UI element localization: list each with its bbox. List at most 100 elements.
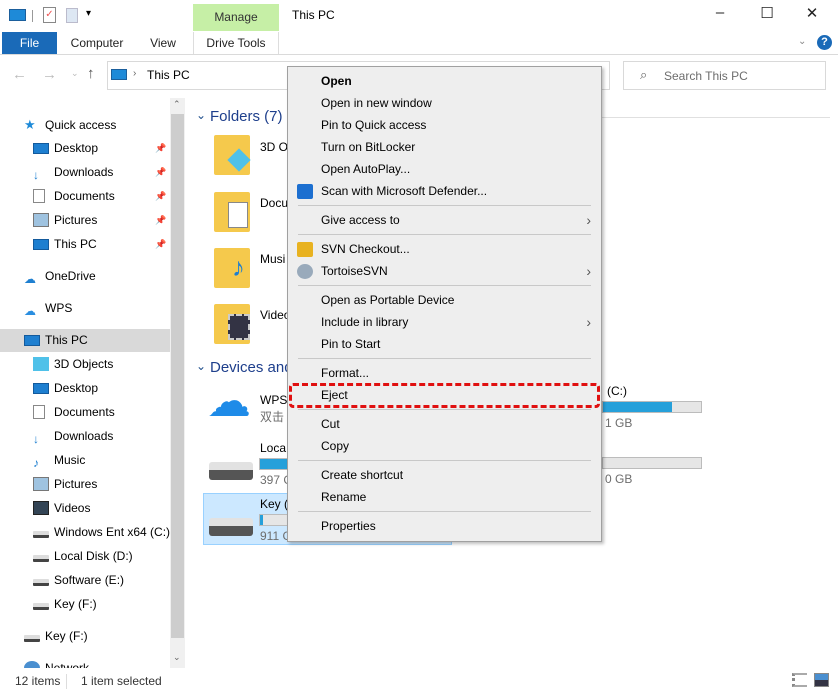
tab-file[interactable]: File (2, 32, 57, 54)
sidebar-item-drive-f[interactable]: Key (F:) (33, 594, 97, 614)
menu-item-scan-with-microsoft-defender[interactable]: Scan with Microsoft Defender... (288, 180, 601, 202)
devices-header[interactable]: Devices and (210, 359, 293, 376)
tab-computer[interactable]: Computer (62, 32, 132, 54)
breadcrumb[interactable]: This PC (147, 68, 190, 82)
sidebar-item-downloads[interactable]: ↓ Downloads (33, 162, 113, 182)
music-folder-icon[interactable]: ♪ (214, 248, 250, 288)
sidebar-item-documents-pc[interactable]: Documents (33, 402, 115, 422)
folders-chevron-icon[interactable]: ⌄ (196, 108, 206, 122)
sidebar-item-quick-access[interactable]: ★ Quick access (24, 115, 116, 135)
devices-chevron-icon[interactable]: ⌄ (196, 359, 206, 373)
customize-toolbar-icon[interactable]: ▾ (86, 8, 91, 19)
folder-name[interactable]: Video (260, 308, 290, 322)
3d-objects-folder-icon[interactable] (214, 135, 251, 175)
tab-view[interactable]: View (140, 32, 186, 54)
up-button[interactable]: ↑ (87, 65, 95, 82)
sidebar-item-key-f[interactable]: Key (F:) (24, 626, 88, 646)
back-button[interactable]: ← (12, 66, 27, 83)
sidebar-item-desktop-pc[interactable]: Desktop (33, 378, 98, 398)
sidebar-item-pictures-pc[interactable]: Pictures (33, 474, 97, 494)
menu-item-properties[interactable]: Properties (288, 515, 601, 537)
menu-separator (298, 205, 591, 206)
this-pc-icon (111, 69, 127, 80)
sidebar-item-3d-objects[interactable]: 3D Objects (33, 354, 113, 374)
menu-item-give-access-to[interactable]: Give access to › (288, 209, 601, 231)
sidebar-item-documents[interactable]: Documents (33, 186, 115, 206)
star-icon: ★ (24, 117, 36, 132)
documents-folder-icon[interactable] (214, 192, 250, 232)
drive-name[interactable]: WPS (260, 393, 287, 407)
drive-icon[interactable] (209, 462, 253, 480)
manage-tab[interactable]: Manage (193, 4, 279, 31)
sidebar-item-this-pc-quick[interactable]: This PC (33, 234, 97, 254)
sidebar-item-music[interactable]: ♪ Music (33, 450, 85, 470)
help-icon[interactable]: ? (817, 35, 832, 50)
menu-item-open-in-new-window[interactable]: Open in new window (288, 92, 601, 114)
selection-count: 1 item selected (81, 674, 162, 688)
sidebar-item-pictures[interactable]: Pictures (33, 210, 97, 230)
sidebar-item-drive-c[interactable]: Windows Ent x64 (C:) (33, 522, 170, 542)
drive-name[interactable]: (C:) (607, 384, 627, 398)
sidebar-item-drive-e[interactable]: Software (E:) (33, 570, 124, 590)
sidebar-item-desktop[interactable]: Desktop (33, 138, 98, 158)
properties-icon[interactable]: ✓ (43, 7, 56, 23)
menu-item-rename[interactable]: Rename (288, 486, 601, 508)
defender-icon (297, 184, 313, 199)
new-folder-icon[interactable] (66, 8, 78, 23)
sidebar-item-this-pc[interactable]: This PC (24, 330, 88, 350)
videos-folder-icon[interactable] (214, 304, 250, 344)
tab-drive-tools[interactable]: Drive Tools (193, 32, 279, 54)
recent-locations-icon[interactable]: ⌄ (71, 68, 79, 79)
folders-header[interactable]: Folders (7) (210, 108, 283, 125)
details-view-icon[interactable] (792, 673, 807, 687)
large-icons-view-icon[interactable] (814, 673, 829, 687)
this-pc-icon (33, 238, 49, 250)
menu-item-cut[interactable]: Cut (288, 413, 601, 435)
folder-name[interactable]: 3D O (260, 140, 288, 154)
menu-item-tortoisesvn[interactable]: TortoiseSVN › (288, 260, 601, 282)
scroll-thumb[interactable] (171, 114, 184, 638)
scroll-down-icon[interactable]: ⌄ (173, 652, 181, 663)
maximize-button[interactable]: ☐ (752, 4, 782, 22)
tortoisesvn-icon (297, 264, 313, 279)
drive-icon (33, 554, 49, 562)
ribbon-expand-icon[interactable]: ⌄ (798, 36, 806, 47)
drive-icon[interactable] (209, 518, 253, 536)
menu-item-label: Format... (321, 366, 370, 380)
menu-item-include-in-library[interactable]: Include in library › (288, 311, 601, 333)
search-input[interactable]: ⌕ Search This PC (623, 61, 826, 90)
menu-item-open-as-portable-device[interactable]: Open as Portable Device (288, 289, 601, 311)
folder-name[interactable]: Musi (260, 252, 285, 266)
menu-item-svn-checkout[interactable]: SVN Checkout... (288, 238, 601, 260)
sidebar-item-network[interactable]: Network (24, 658, 89, 668)
nav-scrollbar[interactable]: ⌃ ⌄ (170, 98, 185, 668)
menu-item-pin-to-quick-access[interactable]: Pin to Quick access (288, 114, 601, 136)
menu-item-format[interactable]: Format... (288, 362, 601, 384)
menu-item-copy[interactable]: Copy (288, 435, 601, 457)
scroll-up-icon[interactable]: ⌃ (173, 99, 181, 110)
sidebar-item-videos[interactable]: Videos (33, 498, 90, 518)
minimize-button[interactable]: – (705, 4, 735, 21)
sidebar-item-label: Downloads (54, 429, 114, 443)
drive-name[interactable]: Key ( (260, 497, 288, 511)
pictures-icon (33, 213, 49, 227)
forward-button[interactable]: → (42, 66, 57, 83)
sidebar-item-wps[interactable]: ☁ WPS (24, 298, 72, 318)
menu-item-label: Include in library (321, 315, 409, 329)
menu-item-pin-to-start[interactable]: Pin to Start (288, 333, 601, 355)
sidebar-item-onedrive[interactable]: ☁ OneDrive (24, 266, 96, 286)
wps-cloud-icon[interactable]: ☁ (207, 380, 251, 424)
sidebar-item-downloads-pc[interactable]: ↓ Downloads (33, 426, 113, 446)
pin-icon: 📌 (155, 239, 167, 249)
menu-item-turn-on-bitlocker[interactable]: Turn on BitLocker (288, 136, 601, 158)
menu-item-open-autoplay[interactable]: Open AutoPlay... (288, 158, 601, 180)
menu-item-create-shortcut[interactable]: Create shortcut (288, 464, 601, 486)
menu-item-eject[interactable]: Eject (288, 383, 601, 408)
close-button[interactable]: ✕ (797, 4, 827, 22)
sidebar-item-drive-d[interactable]: Local Disk (D:) (33, 546, 133, 566)
menu-item-open[interactable]: Open (288, 70, 601, 92)
pin-icon: 📌 (155, 143, 167, 153)
folder-name[interactable]: Docu (260, 196, 288, 210)
drive-name[interactable]: Loca (260, 441, 286, 455)
downloads-icon: ↓ (33, 432, 39, 446)
